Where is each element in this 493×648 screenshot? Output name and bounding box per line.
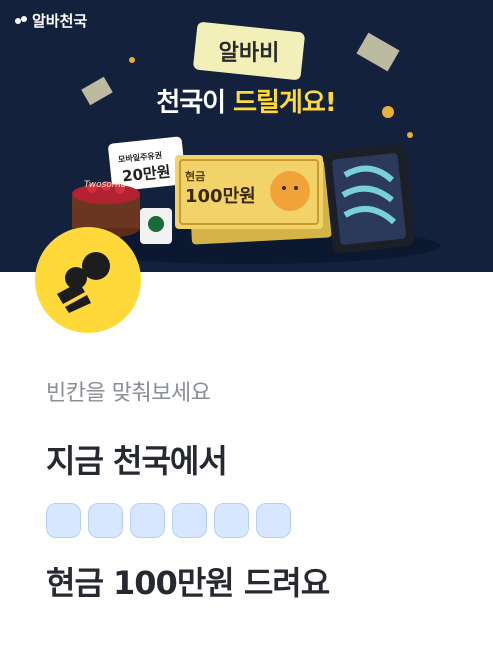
- bee-icon: [57, 252, 110, 313]
- answer-blank[interactable]: [130, 503, 165, 538]
- brand-logo[interactable]: 알바천국: [14, 10, 87, 31]
- bee-avatar: [35, 227, 141, 333]
- cash-amount: 100만원: [185, 186, 256, 207]
- banner-label: 알바비: [218, 41, 280, 66]
- headline-yellow: 드릴게요!: [233, 88, 337, 118]
- bee-logo-icon: [15, 15, 27, 24]
- floating-bill-icon: [81, 76, 113, 106]
- mascot-icon: [270, 171, 310, 211]
- quiz-line-2: 현금 100만원 드려요: [46, 564, 330, 602]
- floating-bill-icon: [356, 32, 400, 72]
- cake-label: Twosome: [84, 180, 127, 190]
- answer-blank[interactable]: [88, 503, 123, 538]
- answer-blank[interactable]: [214, 503, 249, 538]
- headline-white: 천국이: [156, 88, 226, 118]
- brand-name: 알바천국: [32, 12, 88, 30]
- quiz-subtitle: 빈칸을 맞춰보세요: [46, 381, 211, 406]
- quiz-line-1: 지금 천국에서: [46, 442, 228, 480]
- answer-blanks[interactable]: [46, 503, 291, 538]
- coin-icon: [129, 57, 135, 63]
- coin-icon: [382, 106, 394, 118]
- answer-blank[interactable]: [46, 503, 81, 538]
- coin-icon: [407, 132, 413, 138]
- hero-headline: 천국이 드릴게요!: [130, 82, 362, 119]
- coffee-logo-icon: [148, 216, 164, 232]
- answer-blank[interactable]: [172, 503, 207, 538]
- answer-blank[interactable]: [256, 503, 291, 538]
